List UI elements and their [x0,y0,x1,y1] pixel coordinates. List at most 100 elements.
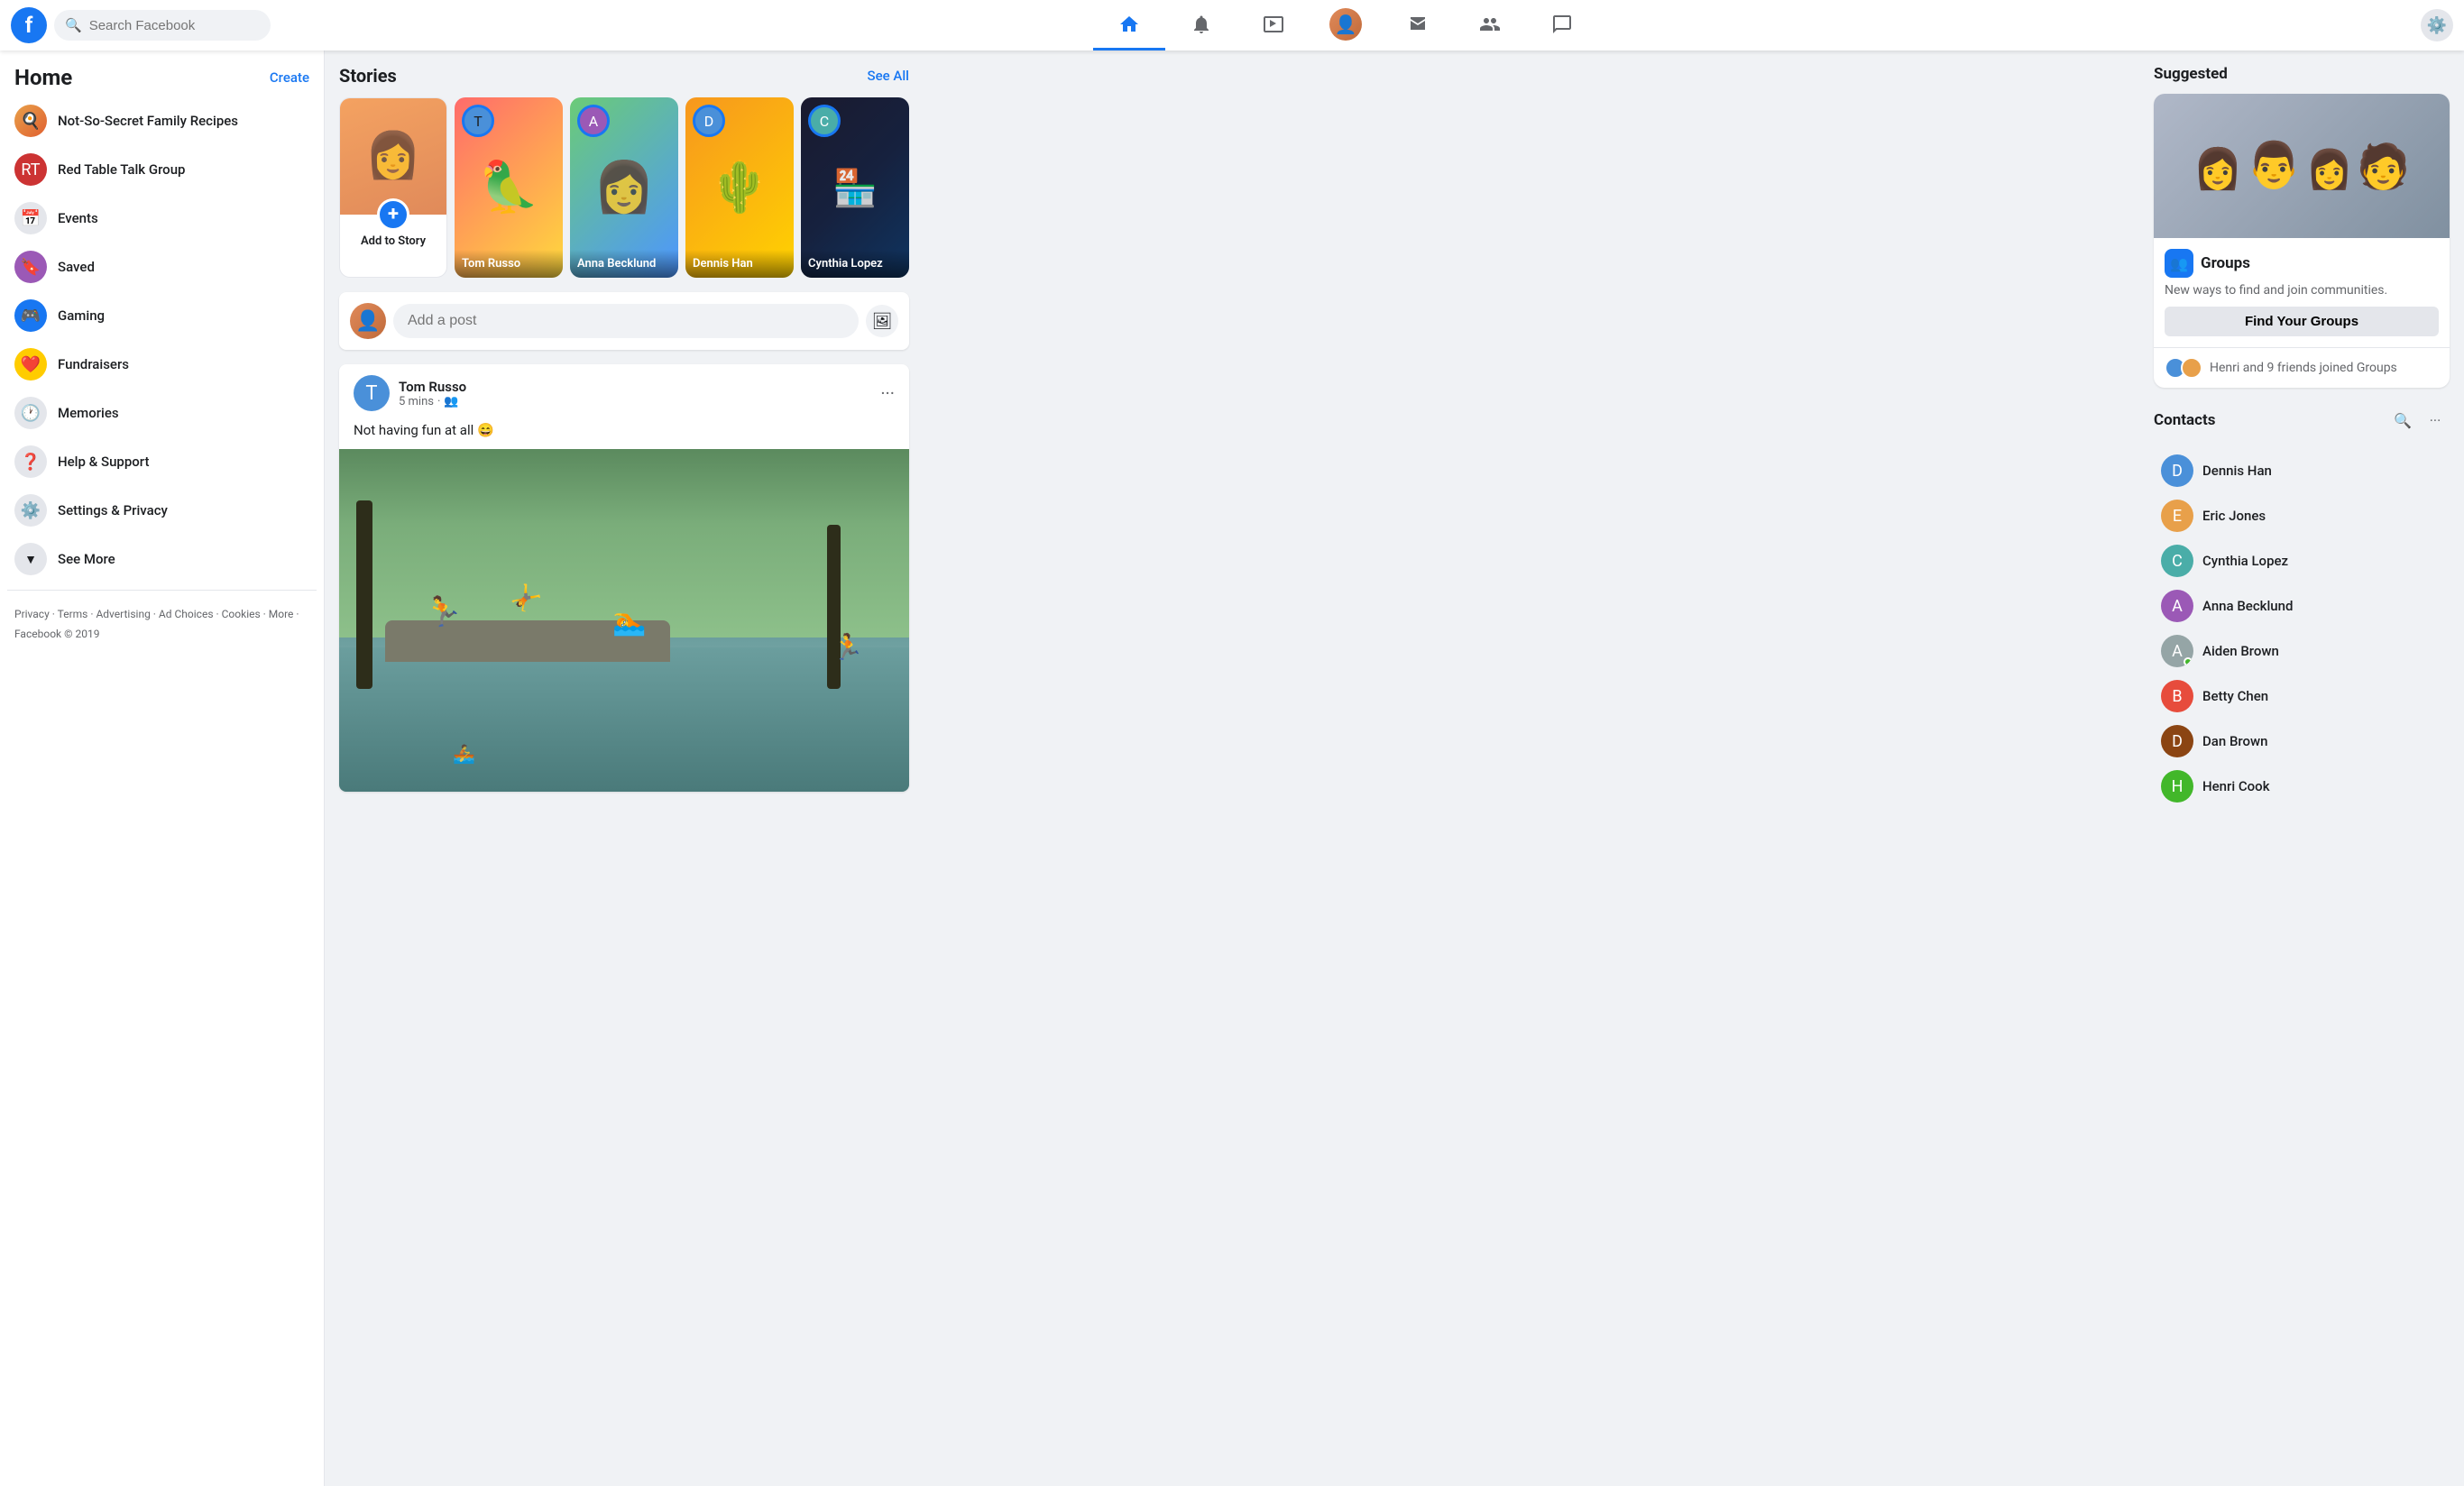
groups-card-description: New ways to find and join communities. [2165,283,2439,298]
footer-link[interactable]: Privacy [14,608,50,620]
left-sidebar: Home Create 🍳 Not-So-Secret Family Recip… [0,50,325,1486]
post-header: T Tom Russo 5 mins · 👥 ··· [339,364,909,422]
post-author-avatar[interactable]: T [354,375,390,411]
groups-card-header: 👥 Groups [2165,249,2439,278]
contact-name: Anna Becklund [2202,598,2293,614]
person-jumping-3: 🏊 [612,606,646,638]
messenger-nav-button[interactable] [1526,0,1598,50]
red-table-icon: RT [21,161,40,179]
contact-item-dennis-han[interactable]: D Dennis Han [2154,449,2450,492]
groups-card-body: 👥 Groups New ways to find and join commu… [2154,238,2450,347]
profile-nav-button[interactable]: 👤 [1310,0,1382,50]
contact-item-aiden-brown[interactable]: A Aiden Brown [2154,629,2450,673]
home-title: Home [14,65,72,90]
online-indicator [2184,657,2193,666]
footer-link[interactable]: More [269,608,294,620]
story-overlay-cynthia: Cynthia Lopez [801,250,909,278]
sidebar-item-family-recipes[interactable]: 🍳 Not-So-Secret Family Recipes [7,97,317,144]
story-card-dennis-han[interactable]: D 🌵 Dennis Han [685,97,794,278]
person-jumping-2: 🤸 [508,582,544,617]
tree-trunk-left [356,500,372,689]
groups-nav-button[interactable] [1454,0,1526,50]
post-audience-icon: · [437,395,440,408]
help-icon: ❓ [21,453,41,472]
post-image: 🏃 🤸 🏊 🏃 🚣 [339,449,909,792]
contact-item-eric-jones[interactable]: E Eric Jones [2154,494,2450,537]
sidebar-divider [7,590,317,591]
contacts-search-button[interactable]: 🔍 [2388,406,2417,435]
marketplace-nav-button[interactable] [1382,0,1454,50]
post-author-name[interactable]: Tom Russo [399,379,871,395]
add-story-card[interactable]: + 👩 Add to Story [339,97,447,278]
story-card-anna-becklund[interactable]: A 👩 Anna Becklund [570,97,678,278]
find-groups-button[interactable]: Find Your Groups [2165,307,2439,336]
search-input[interactable] [89,18,260,33]
person-2: 👨 [2246,140,2302,192]
post-composer: 👤 🖼 [339,292,909,350]
suggested-title: Suggested [2154,65,2450,83]
see-all-stories-button[interactable]: See All [868,68,909,84]
person-jumping-4: 🏃 [832,632,864,662]
story-overlay-dennis: Dennis Han [685,250,794,278]
post-card: T Tom Russo 5 mins · 👥 ··· Not having fu… [339,364,909,792]
sidebar-item-label: Settings & Privacy [58,502,168,518]
contact-item-betty-chen[interactable]: B Betty Chen [2154,674,2450,718]
sidebar-item-saved[interactable]: 🔖 Saved [7,243,317,290]
events-icon: 📅 [21,209,41,228]
groups-card-icon: 👥 [2165,249,2193,278]
sidebar-item-fundraisers[interactable]: ❤️ Fundraisers [7,341,317,388]
sidebar-item-red-table[interactable]: RT Red Table Talk Group [7,146,317,193]
contact-avatar: H [2161,770,2193,803]
contact-avatar: C [2161,545,2193,577]
create-button[interactable]: Create [270,69,309,86]
contacts-more-button[interactable]: ··· [2421,406,2450,435]
contact-avatar: A [2161,635,2193,667]
story-card-tom-russo[interactable]: T 🦜 Tom Russo [455,97,563,278]
sidebar-item-label: Saved [58,259,95,275]
home-nav-button[interactable] [1093,0,1165,50]
photo-upload-button[interactable]: 🖼 [866,305,898,337]
post-more-button[interactable]: ··· [880,382,895,404]
contact-item-anna-becklund[interactable]: A Anna Becklund [2154,584,2450,628]
watch-nav-button[interactable] [1237,0,1310,50]
groups-suggested-card: 👩 👨 👩 🧑 👥 Groups New ways to find and jo… [2154,94,2450,388]
sidebar-item-settings[interactable]: ⚙️ Settings & Privacy [7,487,317,534]
sidebar-item-see-more[interactable]: ▼ See More [7,536,317,582]
memories-icon: 🕐 [21,404,41,423]
footer-link[interactable]: Ad Choices [159,608,214,620]
sidebar-item-events[interactable]: 📅 Events [7,195,317,242]
settings-button[interactable]: ⚙️ [2421,9,2453,41]
tree-trunk-right [827,525,841,689]
contact-name: Betty Chen [2202,688,2268,704]
footer-link[interactable]: Terms [58,608,88,620]
contact-name: Aiden Brown [2202,643,2279,659]
footer-link[interactable]: Advertising [96,608,150,620]
right-sidebar: Suggested 👩 👨 👩 🧑 👥 Groups New ways to f… [2139,50,2464,1486]
notifications-nav-button[interactable] [1165,0,1237,50]
composer-avatar-icon: 👤 [355,310,380,333]
contact-item-dan-brown[interactable]: D Dan Brown [2154,720,2450,763]
sidebar-item-gaming[interactable]: 🎮 Gaming [7,292,317,339]
facebook-logo[interactable]: f [11,7,47,43]
contact-item-cynthia-lopez[interactable]: C Cynthia Lopez [2154,539,2450,582]
groups-people-scene: 👩 👨 👩 🧑 [2193,140,2410,192]
groups-card-title: Groups [2201,254,2250,272]
contact-avatar: E [2161,500,2193,532]
footer-link[interactable]: Cookies [222,608,261,620]
search-contacts-icon: 🔍 [2394,412,2412,429]
sidebar-item-help-support[interactable]: ❓ Help & Support [7,438,317,485]
contact-avatar: A [2161,590,2193,622]
contact-name: Dennis Han [2202,463,2272,479]
sidebar-item-memories[interactable]: 🕐 Memories [7,390,317,436]
search-bar[interactable]: 🔍 [54,10,271,41]
story-card-cynthia-lopez[interactable]: C 🏪 Cynthia Lopez [801,97,909,278]
sidebar-item-label: Fundraisers [58,356,129,372]
search-icon: 🔍 [65,17,82,33]
composer-avatar: 👤 [350,303,386,339]
sidebar-header: Home Create [7,58,317,97]
contact-avatar: D [2161,454,2193,487]
post-input[interactable] [393,304,859,338]
sidebar-item-label: See More [58,551,115,567]
contact-item-henri-cook[interactable]: H Henri Cook [2154,765,2450,808]
footer-copyright: Facebook © 2019 [14,628,99,640]
